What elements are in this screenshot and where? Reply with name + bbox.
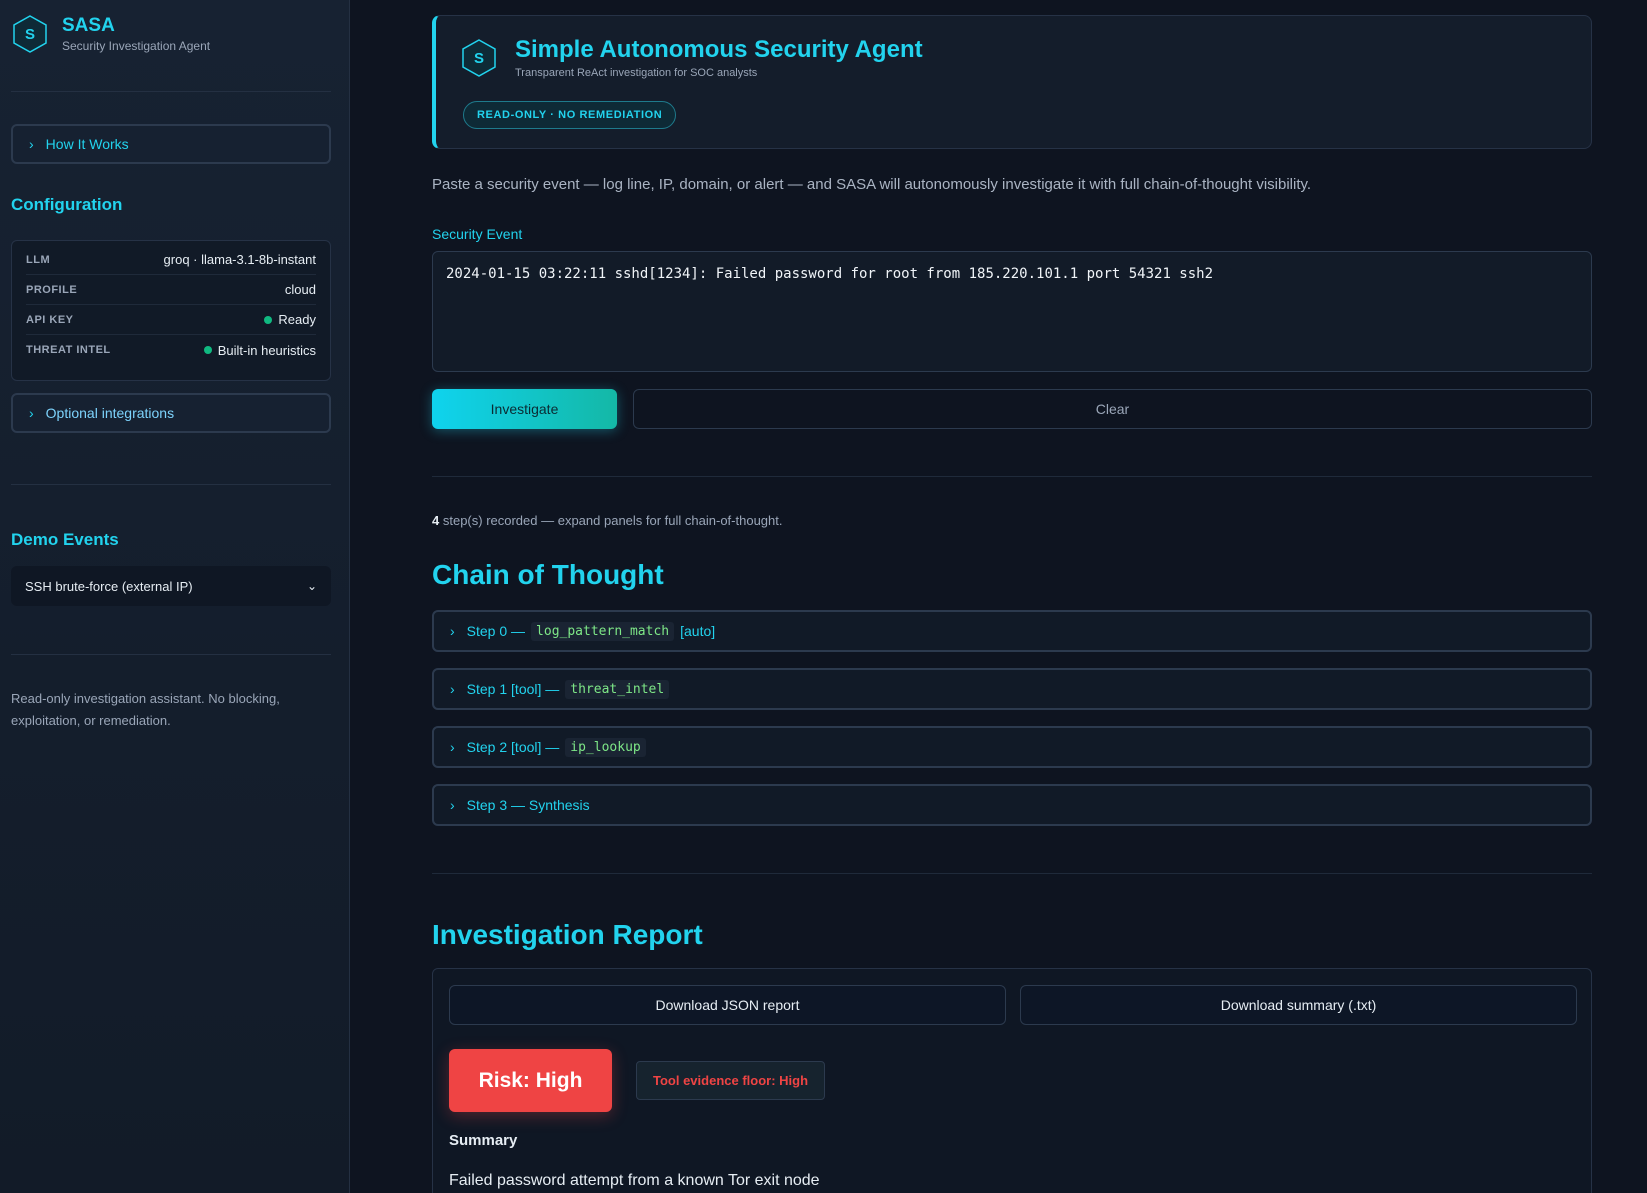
chevron-right-icon: ›: [450, 797, 455, 813]
brand-title: SASA: [62, 15, 115, 36]
clear-button[interactable]: Clear: [633, 389, 1592, 429]
step-expander-1[interactable]: › Step 1 [tool] — threat_intel: [432, 668, 1592, 710]
brand: S SASA Security Investigation Agent: [11, 14, 210, 54]
tool-name: threat_intel: [565, 679, 670, 699]
chevron-right-icon: ›: [450, 623, 455, 639]
chevron-down-icon: ⌄: [306, 579, 317, 593]
config-row-api-key: API KEY Ready: [26, 305, 316, 335]
download-json-button[interactable]: Download JSON report: [449, 985, 1006, 1025]
summary-text: Failed password attempt from a known Tor…: [449, 1172, 820, 1189]
config-row-profile: PROFILE cloud: [26, 275, 316, 305]
optional-integrations-expander[interactable]: › Optional integrations: [11, 393, 331, 433]
demo-event-selected: SSH brute-force (external IP): [25, 578, 193, 594]
status-dot-icon: [203, 346, 212, 354]
investigation-report-heading: Investigation Report: [432, 919, 703, 950]
agent-logo-icon: S: [460, 38, 498, 78]
status-dot-icon: [264, 315, 273, 324]
page-title: Simple Autonomous Security Agent: [515, 36, 923, 63]
tool-name: ip_lookup: [565, 737, 646, 757]
tool-name: log_pattern_match: [531, 621, 675, 641]
optional-integrations-label: Optional integrations: [45, 405, 175, 421]
brand-subtitle: Security Investigation Agent: [62, 39, 211, 53]
security-event-label: Security Event: [432, 226, 523, 242]
evidence-floor-badge: Tool evidence floor: High: [636, 1061, 826, 1100]
sidebar: S SASA Security Investigation Agent › Ho…: [0, 0, 350, 1193]
demo-event-select[interactable]: SSH brute-force (external IP) ⌄: [11, 566, 331, 606]
config-row-threat-intel: THREAT INTEL Built-in heuristics: [26, 342, 316, 358]
risk-badge: Risk: High: [449, 1049, 612, 1112]
step-expander-3[interactable]: › Step 3 — Synthesis: [432, 784, 1592, 826]
demo-events-heading: Demo Events: [11, 530, 119, 549]
chevron-right-icon: ›: [450, 739, 455, 755]
sidebar-divider: [11, 91, 331, 92]
security-event-input[interactable]: 2024-01-15 03:22:11 sshd[1234]: Failed p…: [432, 251, 1592, 372]
step-expander-0[interactable]: › Step 0 — log_pattern_match [auto]: [432, 610, 1592, 652]
step-expander-2[interactable]: › Step 2 [tool] — ip_lookup: [432, 726, 1592, 768]
hero-card: S Simple Autonomous Security Agent Trans…: [432, 15, 1592, 149]
brand-logo-icon: S: [11, 14, 49, 54]
page-subtitle: Transparent ReAct investigation for SOC …: [515, 67, 758, 79]
step-count-text: 4 step(s) recorded — expand panels for f…: [432, 513, 783, 528]
sidebar-footer: Read-only investigation assistant. No bl…: [11, 691, 280, 728]
configuration-heading: Configuration: [11, 195, 123, 214]
config-row-llm: LLM groq · llama-3.1-8b-instant: [26, 245, 316, 275]
how-it-works-expander[interactable]: › How It Works: [11, 124, 331, 164]
chevron-right-icon: ›: [29, 405, 34, 421]
sidebar-divider: [11, 654, 331, 655]
configuration-card: LLM groq · llama-3.1-8b-instant PROFILE …: [11, 240, 331, 381]
section-divider: [432, 476, 1592, 477]
report-card: Download JSON report Download summary (.…: [432, 968, 1592, 1193]
chevron-right-icon: ›: [29, 136, 34, 152]
intro-text: Paste a security event — log line, IP, d…: [432, 176, 1312, 193]
how-it-works-label: How It Works: [45, 136, 129, 152]
download-summary-button[interactable]: Download summary (.txt): [1020, 985, 1577, 1025]
chain-of-thought-heading: Chain of Thought: [432, 559, 664, 590]
chevron-right-icon: ›: [450, 681, 455, 697]
read-only-badge: READ-ONLY · NO REMEDIATION: [463, 101, 677, 129]
sidebar-divider: [11, 484, 331, 485]
section-divider: [432, 873, 1592, 874]
investigate-button[interactable]: Investigate: [432, 389, 617, 429]
summary-label: Summary: [449, 1132, 518, 1149]
